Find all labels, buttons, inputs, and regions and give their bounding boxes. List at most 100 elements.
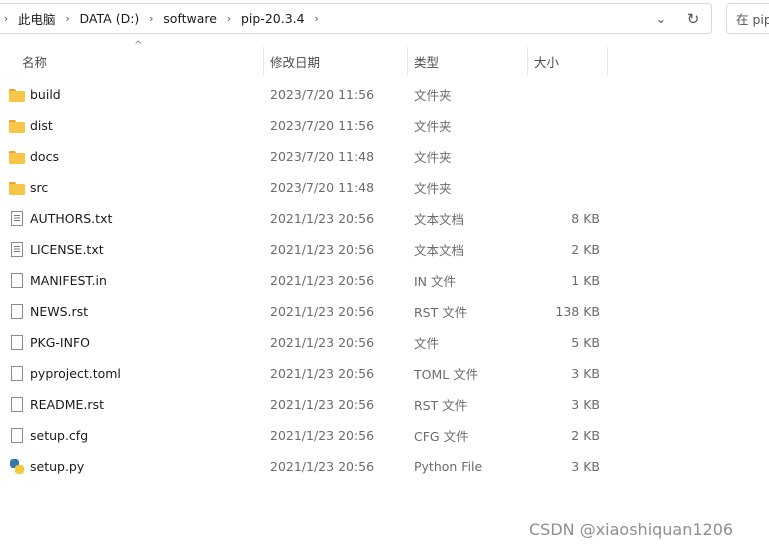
file-size: 8 KB: [571, 211, 600, 226]
chevron-right-icon[interactable]: ›: [0, 12, 12, 25]
file-name: AUTHORS.txt: [30, 211, 113, 226]
file-row[interactable]: dist 2023/7/20 11:56 文件夹: [0, 110, 769, 141]
folder-icon: [9, 150, 25, 164]
file-row[interactable]: src 2023/7/20 11:48 文件夹: [0, 172, 769, 203]
file-name-cell[interactable]: LICENSE.txt: [9, 234, 104, 265]
file-type: 文件: [414, 336, 440, 351]
file-name: README.rst: [30, 397, 104, 412]
file-name-cell[interactable]: setup.py: [9, 451, 84, 482]
file-name: LICENSE.txt: [30, 242, 104, 257]
watermark: CSDN @xiaoshiquan1206: [529, 520, 734, 539]
chevron-right-icon[interactable]: ›: [62, 12, 74, 25]
python-file-icon: [9, 459, 25, 474]
file-row[interactable]: setup.cfg 2021/1/23 20:56 CFG 文件 2 KB: [0, 420, 769, 451]
column-header-size[interactable]: 大小: [534, 47, 607, 75]
column-header-name[interactable]: 名称: [22, 47, 262, 75]
file-name-cell[interactable]: README.rst: [9, 389, 104, 420]
search-input[interactable]: 在 pip-20.3.4 中搜索: [726, 3, 769, 34]
breadcrumb-item-software[interactable]: software: [159, 11, 221, 26]
file-name: dist: [30, 118, 53, 133]
file-row[interactable]: README.rst 2021/1/23 20:56 RST 文件 3 KB: [0, 389, 769, 420]
file-name-cell[interactable]: build: [9, 79, 61, 110]
file-name-cell[interactable]: NEWS.rst: [9, 296, 88, 327]
file-name-cell[interactable]: src: [9, 172, 48, 203]
file-row[interactable]: setup.py 2021/1/23 20:56 Python File 3 KB: [0, 451, 769, 482]
column-divider[interactable]: [607, 47, 608, 75]
chevron-right-icon[interactable]: ›: [223, 12, 235, 25]
file-icon: [11, 366, 23, 381]
file-type: CFG 文件: [414, 429, 469, 444]
file-name-cell[interactable]: docs: [9, 141, 59, 172]
breadcrumb-item-data-drive[interactable]: DATA (D:): [76, 11, 144, 26]
file-name-cell[interactable]: pyproject.toml: [9, 358, 121, 389]
file-name: build: [30, 87, 61, 102]
file-size: 3 KB: [571, 397, 600, 412]
file-row[interactable]: MANIFEST.in 2021/1/23 20:56 IN 文件 1 KB: [0, 265, 769, 296]
file-type: 文本文档: [414, 243, 465, 258]
file-name: setup.cfg: [30, 428, 89, 443]
file-icon: [11, 397, 23, 412]
file-icon: [11, 273, 23, 288]
file-date: 2021/1/23 20:56: [270, 211, 375, 226]
column-divider[interactable]: [407, 47, 408, 75]
file-name-cell[interactable]: MANIFEST.in: [9, 265, 107, 296]
file-date: 2021/1/23 20:56: [270, 304, 375, 319]
history-dropdown-icon[interactable]: ⌄: [647, 11, 675, 26]
text-file-icon: [11, 242, 23, 257]
file-type: 文件夹: [414, 181, 452, 196]
folder-icon: [9, 181, 25, 195]
file-size: 1 KB: [571, 273, 600, 288]
chevron-right-icon[interactable]: ›: [311, 12, 323, 25]
file-type: 文件夹: [414, 150, 452, 165]
file-row[interactable]: LICENSE.txt 2021/1/23 20:56 文本文档 2 KB: [0, 234, 769, 265]
file-name-cell[interactable]: PKG-INFO: [9, 327, 90, 358]
file-type: 文件夹: [414, 88, 452, 103]
file-name: setup.py: [30, 459, 85, 474]
file-date: 2021/1/23 20:56: [270, 428, 375, 443]
file-name-cell[interactable]: AUTHORS.txt: [9, 203, 112, 234]
column-header-date[interactable]: 修改日期: [270, 47, 406, 75]
file-name-cell[interactable]: setup.cfg: [9, 420, 88, 451]
text-file-icon: [11, 211, 23, 226]
file-row[interactable]: AUTHORS.txt 2021/1/23 20:56 文本文档 8 KB: [0, 203, 769, 234]
file-size: 5 KB: [571, 335, 600, 350]
file-name: PKG-INFO: [30, 335, 90, 350]
file-row[interactable]: build 2023/7/20 11:56 文件夹: [0, 79, 769, 110]
file-type: TOML 文件: [414, 367, 479, 382]
file-row[interactable]: PKG-INFO 2021/1/23 20:56 文件 5 KB: [0, 327, 769, 358]
file-date: 2021/1/23 20:56: [270, 366, 375, 381]
breadcrumb-item-pip[interactable]: pip-20.3.4: [237, 11, 309, 26]
file-icon: [11, 304, 23, 319]
chevron-right-icon[interactable]: ›: [145, 12, 157, 25]
breadcrumb[interactable]: › 此电脑 › DATA (D:) › software › pip-20.3.…: [0, 3, 712, 34]
file-date: 2021/1/23 20:56: [270, 459, 375, 474]
file-date: 2023/7/20 11:56: [270, 118, 375, 133]
file-size: 3 KB: [571, 459, 600, 474]
breadcrumb-item-this-pc[interactable]: 此电脑: [14, 9, 60, 28]
file-name: docs: [30, 149, 59, 164]
file-size: [527, 172, 600, 203]
file-date: 2021/1/23 20:56: [270, 273, 375, 288]
file-size: 3 KB: [571, 366, 600, 381]
file-row[interactable]: docs 2023/7/20 11:48 文件夹: [0, 141, 769, 172]
file-name-cell[interactable]: dist: [9, 110, 53, 141]
file-name: NEWS.rst: [30, 304, 89, 319]
file-date: 2021/1/23 20:56: [270, 397, 375, 412]
file-type: 文本文档: [414, 212, 465, 227]
file-date: 2021/1/23 20:56: [270, 335, 375, 350]
refresh-icon[interactable]: ↻: [675, 10, 711, 28]
file-icon: [11, 428, 23, 443]
file-size: [527, 141, 600, 172]
file-type: RST 文件: [414, 305, 468, 320]
search-placeholder: 在 pip-20.3.4 中搜索: [736, 12, 769, 27]
file-row[interactable]: NEWS.rst 2021/1/23 20:56 RST 文件 138 KB: [0, 296, 769, 327]
file-name: src: [30, 180, 49, 195]
file-row[interactable]: pyproject.toml 2021/1/23 20:56 TOML 文件 3 KB: [0, 358, 769, 389]
column-divider[interactable]: [263, 47, 264, 75]
file-name: MANIFEST.in: [30, 273, 107, 288]
file-date: 2023/7/20 11:48: [270, 180, 375, 195]
file-size: 138 KB: [555, 304, 600, 319]
column-divider[interactable]: [527, 47, 528, 75]
address-bar: › 此电脑 › DATA (D:) › software › pip-20.3.…: [0, 0, 769, 38]
column-header-type[interactable]: 类型: [414, 47, 526, 75]
